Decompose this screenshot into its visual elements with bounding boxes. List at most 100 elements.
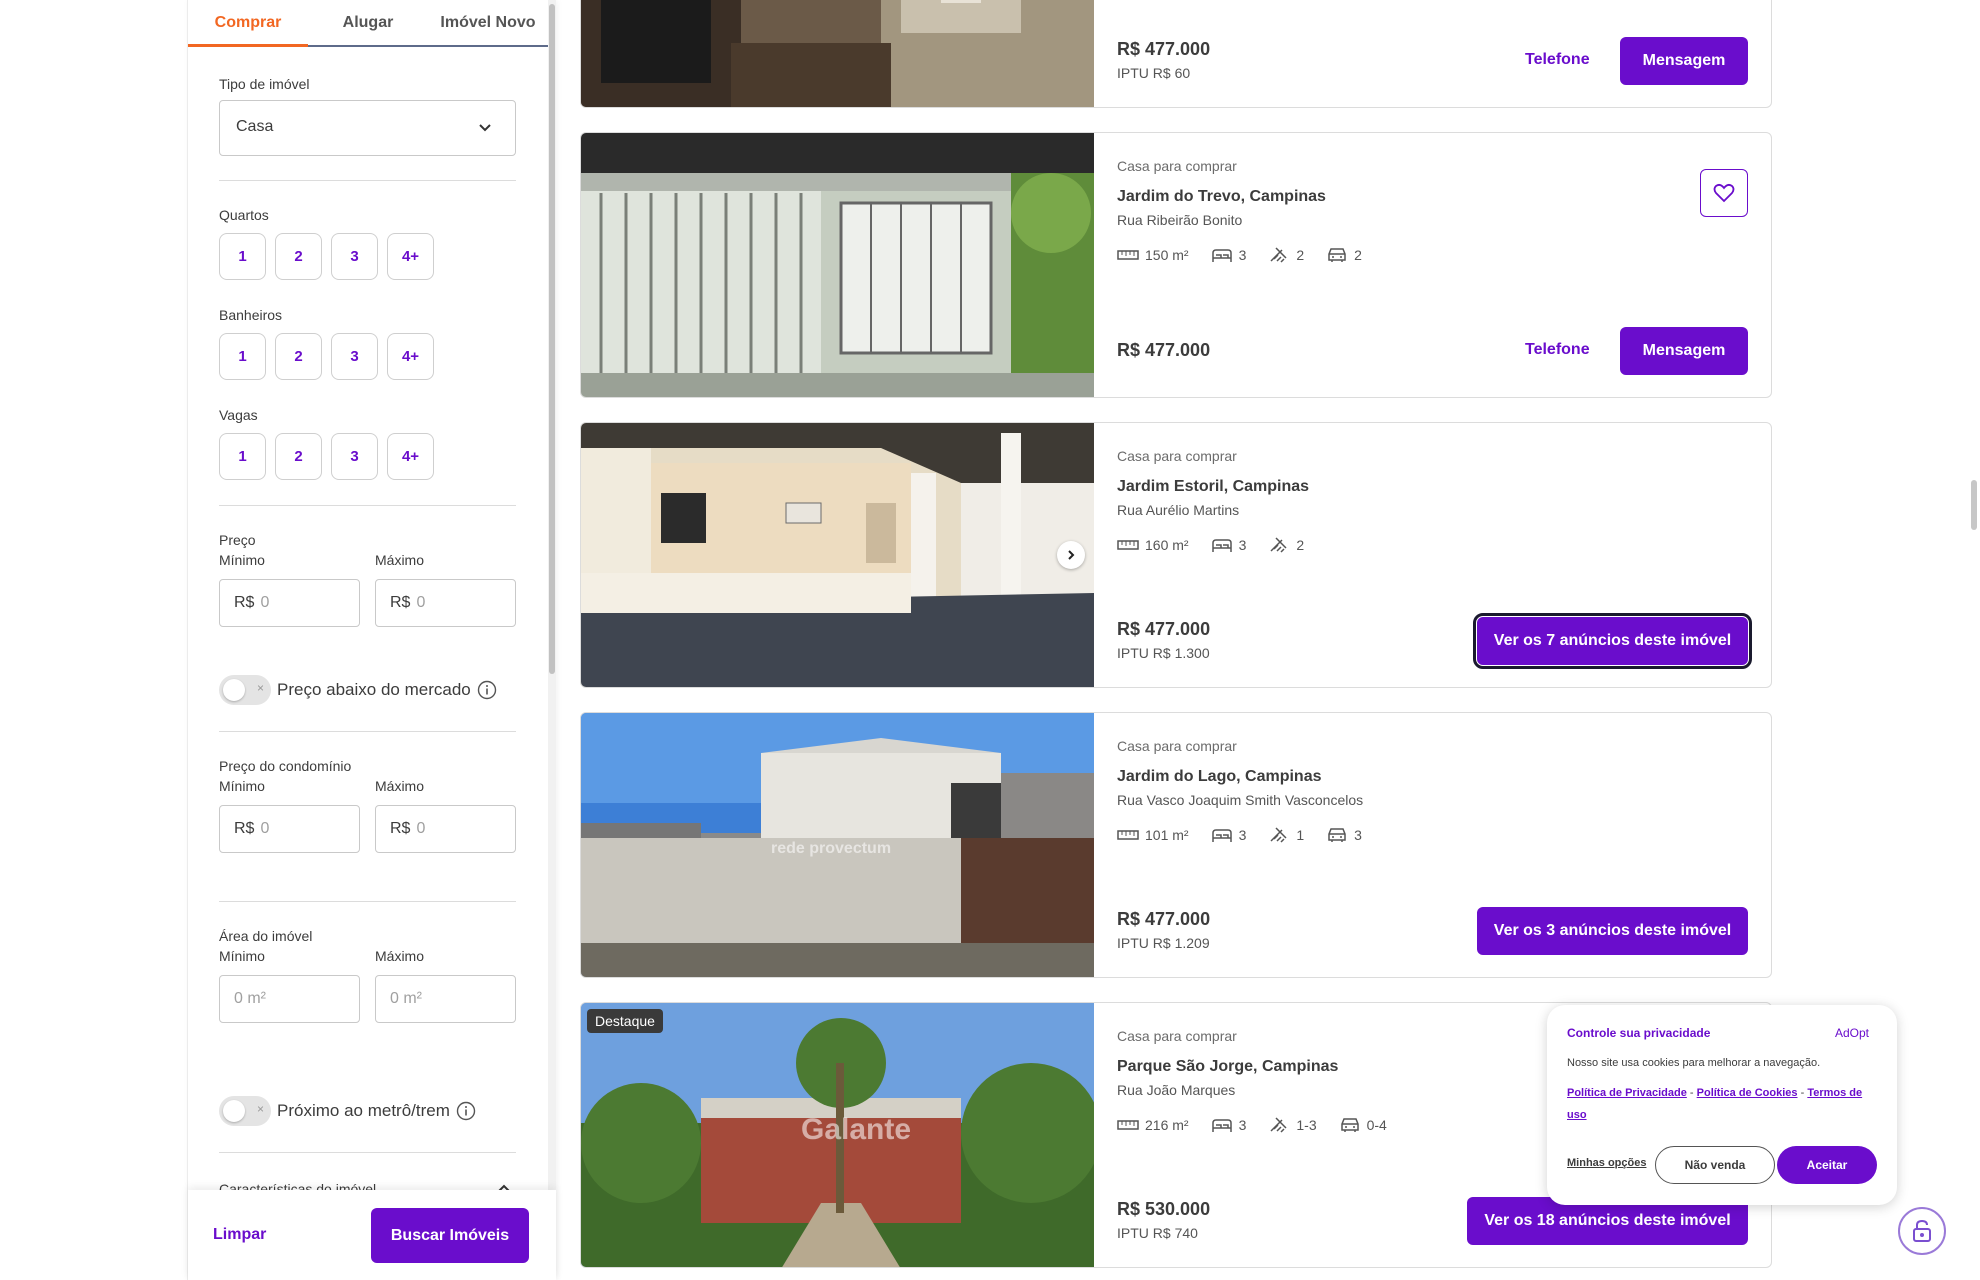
condo-min-label: Mínimo [219, 778, 265, 794]
area-min-input[interactable]: 0 m² [219, 975, 360, 1023]
listing-type: Casa para comprar [1117, 158, 1237, 174]
photo-watermark: Galante [801, 1113, 912, 1146]
privacy-policy-link[interactable]: Política de Privacidade [1567, 1087, 1687, 1099]
listing-card[interactable]: rede provectum Casa para comprar Jardim … [580, 712, 1772, 978]
chevron-down-icon [479, 124, 491, 132]
ruler-icon [1117, 250, 1139, 260]
condo-max-input[interactable]: R$ 0 [375, 805, 516, 853]
clear-button[interactable]: Limpar [213, 1226, 266, 1244]
bed-icon [1211, 539, 1232, 552]
filter-sidebar: Comprar Alugar Imóvel Novo Tipo de imóve… [187, 0, 556, 1280]
below-market-toggle[interactable]: × [219, 675, 271, 705]
cookie-brand[interactable]: AdOpt [1835, 1026, 1869, 1040]
area-max-input[interactable]: 0 m² [375, 975, 516, 1023]
favorite-button[interactable] [1700, 169, 1748, 217]
bedrooms-option-1[interactable]: 1 [219, 233, 266, 280]
area-value: 101 m² [1145, 827, 1189, 843]
price-max-input[interactable]: R$ 0 [375, 579, 516, 627]
parking-option-3[interactable]: 3 [331, 433, 378, 480]
listing-card[interactable]: R$ 477.000 IPTU R$ 60 Telefone Mensagem [580, 0, 1772, 108]
bathrooms-value: 1-3 [1296, 1117, 1317, 1133]
divider [219, 731, 516, 732]
parking-feature: 3 [1326, 826, 1362, 844]
bedrooms-option-2[interactable]: 2 [275, 233, 322, 280]
bathrooms-value: 2 [1296, 247, 1305, 263]
bathrooms-option-3[interactable]: 3 [331, 333, 378, 380]
reject-button[interactable]: Não venda [1655, 1146, 1775, 1184]
toggle-knob [223, 1100, 245, 1122]
parking-value: 0-4 [1366, 1117, 1387, 1133]
bathrooms-option-2[interactable]: 2 [275, 333, 322, 380]
listing-photo[interactable] [581, 0, 1094, 108]
bedrooms-option-4plus[interactable]: 4+ [387, 233, 434, 280]
listing-iptu: IPTU R$ 740 [1117, 1225, 1198, 1241]
tab-imovel-novo[interactable]: Imóvel Novo [428, 0, 548, 45]
parking-feature: 0-4 [1339, 1116, 1387, 1134]
property-type-label: Tipo de imóvel [219, 76, 310, 92]
near-metro-toggle[interactable]: × [219, 1096, 271, 1126]
parking-option-4plus[interactable]: 4+ [387, 433, 434, 480]
info-icon[interactable] [456, 1101, 476, 1121]
listing-title[interactable]: Parque São Jorge, Campinas [1117, 1058, 1338, 1076]
bathrooms-option-4plus[interactable]: 4+ [387, 333, 434, 380]
parking-value: 2 [1354, 247, 1362, 263]
sidebar-scrollbar[interactable] [548, 0, 556, 1280]
condo-max-placeholder: 0 [416, 820, 426, 837]
next-photo-button[interactable] [1057, 541, 1085, 569]
price-min-placeholder: 0 [260, 594, 270, 611]
message-button[interactable]: Mensagem [1620, 327, 1748, 375]
view-listings-button[interactable]: Ver os 7 anúncios deste imóvel [1473, 613, 1752, 669]
price-max-label: Máximo [375, 552, 425, 568]
area-value: 160 m² [1145, 537, 1189, 553]
below-market-label: Preço abaixo do mercado [277, 680, 471, 699]
parking-option-2[interactable]: 2 [275, 433, 322, 480]
price-min-input[interactable]: R$ 0 [219, 579, 360, 627]
bedrooms-option-3[interactable]: 3 [331, 233, 378, 280]
bedrooms-feature: 3 [1211, 536, 1246, 554]
cookie-policy-link[interactable]: Política de Cookies [1697, 1087, 1798, 1099]
listing-street: Rua Vasco Joaquim Smith Vasconcelos [1117, 792, 1364, 808]
condo-min-placeholder: 0 [260, 820, 270, 837]
cookie-consent-banner: Controle sua privacidade AdOpt Nosso sit… [1547, 1005, 1897, 1205]
property-type-select[interactable]: Casa [219, 100, 516, 156]
listing-title[interactable]: Jardim do Lago, Campinas [1117, 768, 1321, 786]
bathrooms-feature: 1-3 [1268, 1116, 1317, 1134]
currency-prefix: R$ [234, 594, 255, 611]
my-options-link[interactable]: Minhas opções [1567, 1157, 1646, 1169]
info-icon[interactable] [477, 680, 497, 700]
parking-option-1[interactable]: 1 [219, 433, 266, 480]
area-feature: 101 m² [1117, 826, 1189, 844]
message-button[interactable]: Mensagem [1620, 37, 1748, 85]
bedrooms-feature: 3 [1211, 246, 1246, 264]
divider [219, 1152, 516, 1153]
listing-photo[interactable] [581, 423, 1094, 688]
area-value: 216 m² [1145, 1117, 1189, 1133]
listing-title[interactable]: Jardim do Trevo, Campinas [1117, 188, 1326, 206]
listing-card[interactable]: Casa para comprar Jardim do Trevo, Campi… [580, 132, 1772, 398]
listing-title[interactable]: Jardim Estoril, Campinas [1117, 478, 1309, 496]
tab-comprar[interactable]: Comprar [188, 0, 308, 47]
listing-photo[interactable] [581, 133, 1094, 398]
bathrooms-label: Banheiros [219, 307, 283, 323]
listing-card[interactable]: Casa para comprar Jardim Estoril, Campin… [580, 422, 1772, 688]
tab-alugar[interactable]: Alugar [308, 0, 428, 45]
accept-button[interactable]: Aceitar [1777, 1146, 1877, 1184]
condo-min-input[interactable]: R$ 0 [219, 805, 360, 853]
link-separator: - [1689, 1087, 1694, 1099]
page-scrollbar-thumb[interactable] [1971, 480, 1977, 530]
bathrooms-value: 1 [1296, 827, 1305, 843]
cookie-policy-links: Política de Privacidade - Política de Co… [1567, 1082, 1877, 1126]
view-listings-button[interactable]: Ver os 3 anúncios deste imóvel [1477, 907, 1748, 955]
phone-button[interactable]: Telefone [1525, 51, 1590, 69]
search-button[interactable]: Buscar Imóveis [371, 1208, 529, 1263]
ruler-icon [1117, 830, 1139, 840]
divider [219, 180, 516, 181]
bedrooms-feature: 3 [1211, 1116, 1246, 1134]
listing-street: Rua Aurélio Martins [1117, 502, 1240, 518]
sidebar-scroll-thumb[interactable] [549, 4, 555, 674]
bathrooms-feature: 2 [1268, 536, 1304, 554]
bathrooms-option-1[interactable]: 1 [219, 333, 266, 380]
area-value: 150 m² [1145, 247, 1189, 263]
phone-button[interactable]: Telefone [1525, 341, 1590, 359]
privacy-settings-button[interactable] [1898, 1207, 1946, 1255]
